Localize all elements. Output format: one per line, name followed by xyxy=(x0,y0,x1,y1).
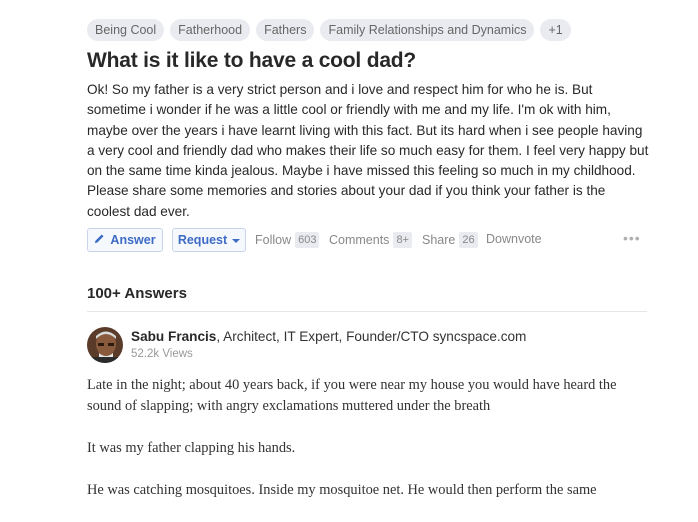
author-line: Sabu Francis, Architect, IT Expert, Foun… xyxy=(131,329,526,344)
divider xyxy=(87,311,647,312)
request-button-label: Request xyxy=(177,233,228,247)
follow-button[interactable]: Follow 603 xyxy=(255,232,320,248)
answer-views: 52.2k Views xyxy=(131,348,193,360)
share-label: Share xyxy=(422,233,456,247)
share-button[interactable]: Share 26 xyxy=(422,232,478,248)
topic-chip[interactable]: Family Relationships and Dynamics xyxy=(320,19,535,41)
topic-chip[interactable]: Being Cool xyxy=(87,19,165,41)
author-name[interactable]: Sabu Francis xyxy=(131,329,216,344)
avatar[interactable] xyxy=(87,327,123,363)
question-title[interactable]: What is it like to have a cool dad? xyxy=(87,49,416,73)
comments-label: Comments xyxy=(329,233,390,247)
request-button[interactable]: Request xyxy=(172,228,246,252)
author-credential: , Architect, IT Expert, Founder/CTO sync… xyxy=(216,329,527,344)
downvote-label: Downvote xyxy=(486,232,542,246)
chevron-down-icon xyxy=(232,233,241,247)
pencil-icon xyxy=(94,233,105,247)
answer-paragraph: He was catching mosquitoes. Inside my mo… xyxy=(87,482,597,498)
answer-button-label: Answer xyxy=(110,233,156,247)
comments-count: 8+ xyxy=(393,232,412,248)
more-topics-chip[interactable]: +1 xyxy=(540,19,571,41)
topic-list: Being Cool Fatherhood Fathers Family Rel… xyxy=(87,19,571,41)
more-dots-icon[interactable]: ••• xyxy=(623,230,641,246)
share-count: 26 xyxy=(459,232,478,248)
answer-paragraph: Late in the night; about 40 years back, … xyxy=(87,377,617,414)
question-details: Ok! So my father is a very strict person… xyxy=(87,82,649,219)
answer-button[interactable]: Answer xyxy=(87,228,163,252)
answer-body: Late in the night; about 40 years back, … xyxy=(87,375,652,522)
answer-paragraph: It was my father clapping his hands. xyxy=(87,440,296,456)
question-action-bar: Answer Request Follow 603 Comments 8+ Sh… xyxy=(87,228,647,254)
answers-count-heading: 100+ Answers xyxy=(87,285,187,302)
topic-chip[interactable]: Fathers xyxy=(256,19,315,41)
downvote-button[interactable]: Downvote xyxy=(486,232,542,246)
comments-button[interactable]: Comments 8+ xyxy=(329,232,412,248)
topic-chip[interactable]: Fatherhood xyxy=(170,19,251,41)
follow-count: 603 xyxy=(295,232,320,248)
follow-label: Follow xyxy=(255,233,292,247)
